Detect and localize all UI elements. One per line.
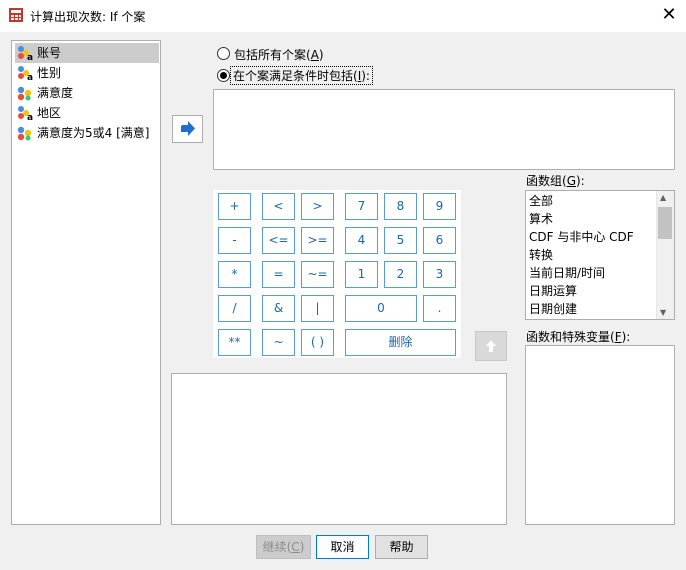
key-divide[interactable]: / bbox=[218, 295, 251, 322]
all-cases-label[interactable]: 包括所有个案(A) bbox=[234, 46, 324, 63]
key-2[interactable]: 2 bbox=[384, 261, 417, 288]
variable-label: 性别 bbox=[37, 66, 62, 80]
move-function-up-button[interactable] bbox=[475, 331, 507, 361]
if-condition-radio[interactable] bbox=[217, 69, 230, 82]
close-icon[interactable]: ✕ bbox=[658, 4, 680, 26]
key-or[interactable]: | bbox=[301, 295, 334, 322]
key-not-equal[interactable]: ~= bbox=[301, 261, 334, 288]
calculator-keypad: + < > 7 8 9 - <= >= 4 5 6 * = ~= 1 2 3 /… bbox=[213, 190, 461, 358]
key-delete[interactable]: 删除 bbox=[345, 329, 456, 356]
right-arrow-icon bbox=[181, 121, 195, 136]
key-3[interactable]: 3 bbox=[423, 261, 456, 288]
function-group-item[interactable]: 算术 bbox=[529, 210, 553, 228]
key-decimal[interactable]: . bbox=[423, 295, 456, 322]
nominal-string-variable-icon: a bbox=[18, 106, 33, 121]
nominal-string-variable-icon: a bbox=[18, 46, 33, 61]
variable-item-region[interactable]: a 地区 bbox=[15, 103, 159, 123]
key-5[interactable]: 5 bbox=[384, 227, 417, 254]
transfer-variable-button[interactable] bbox=[172, 115, 203, 143]
function-group-item[interactable]: 日期创建 bbox=[529, 300, 577, 318]
function-group-item[interactable]: 转换 bbox=[529, 246, 553, 264]
all-cases-radio[interactable] bbox=[217, 47, 230, 60]
if-condition-label[interactable]: 在个案满足条件时包括(I): bbox=[230, 66, 373, 85]
key-1[interactable]: 1 bbox=[345, 261, 378, 288]
function-description-box bbox=[171, 373, 507, 525]
variable-item-satisfaction[interactable]: 满意度 bbox=[15, 83, 159, 103]
key-0[interactable]: 0 bbox=[345, 295, 417, 322]
key-7[interactable]: 7 bbox=[345, 193, 378, 220]
up-arrow-icon bbox=[486, 340, 496, 352]
window-title: 计算出现次数: If 个案 bbox=[30, 10, 146, 24]
continue-button[interactable]: 继续(C) bbox=[256, 535, 311, 559]
condition-textbox[interactable] bbox=[213, 89, 675, 170]
key-less-equal[interactable]: <= bbox=[262, 227, 295, 254]
variable-label: 地区 bbox=[37, 106, 62, 120]
key-6[interactable]: 6 bbox=[423, 227, 456, 254]
key-power[interactable]: ** bbox=[218, 329, 251, 356]
key-8[interactable]: 8 bbox=[384, 193, 417, 220]
key-equal[interactable]: = bbox=[262, 261, 295, 288]
variable-list[interactable]: a 账号 a 性别 满意度 a 地区 满意度为5或4 [满意] bbox=[11, 40, 161, 525]
key-plus[interactable]: + bbox=[218, 193, 251, 220]
variable-item-account[interactable]: a 账号 bbox=[15, 43, 159, 63]
scroll-down-icon[interactable]: ▼ bbox=[660, 308, 666, 317]
function-group-item[interactable]: 当前日期/时间 bbox=[529, 264, 605, 282]
nominal-string-variable-icon: a bbox=[18, 66, 33, 81]
variable-label: 满意度 bbox=[37, 86, 74, 100]
functions-variables-label: 函数和特殊变量(F): bbox=[526, 330, 631, 344]
key-4[interactable]: 4 bbox=[345, 227, 378, 254]
function-group-list[interactable]: 全部 算术 CDF 与非中心 CDF 转换 当前日期/时间 日期运算 日期创建 … bbox=[525, 190, 675, 320]
vertical-scrollbar[interactable]: ▲ ▼ bbox=[656, 191, 674, 319]
key-9[interactable]: 9 bbox=[423, 193, 456, 220]
variable-label: 账号 bbox=[37, 46, 62, 60]
svg-text:a: a bbox=[27, 113, 33, 121]
cancel-button[interactable]: 取消 bbox=[316, 535, 369, 559]
key-parentheses[interactable]: ( ) bbox=[301, 329, 334, 356]
function-group-item[interactable]: 日期运算 bbox=[529, 282, 577, 300]
key-less-than[interactable]: < bbox=[262, 193, 295, 220]
calculator-app-icon bbox=[8, 7, 24, 23]
key-and[interactable]: & bbox=[262, 295, 295, 322]
function-group-label: 函数组(G): bbox=[526, 174, 585, 188]
variable-label: 满意度为5或4 [满意] bbox=[37, 126, 150, 140]
key-minus[interactable]: - bbox=[218, 227, 251, 254]
svg-text:a: a bbox=[27, 53, 33, 61]
key-greater-equal[interactable]: >= bbox=[301, 227, 334, 254]
key-not[interactable]: ~ bbox=[262, 329, 295, 356]
nominal-numeric-variable-icon bbox=[17, 86, 32, 101]
function-group-item[interactable]: 全部 bbox=[529, 192, 553, 210]
key-multiply[interactable]: * bbox=[218, 261, 251, 288]
variable-item-gender[interactable]: a 性别 bbox=[15, 63, 159, 83]
functions-variables-list[interactable] bbox=[525, 345, 675, 525]
help-button[interactable]: 帮助 bbox=[375, 535, 428, 559]
scroll-up-icon[interactable]: ▲ bbox=[660, 193, 666, 202]
key-greater-than[interactable]: > bbox=[301, 193, 334, 220]
svg-text:a: a bbox=[27, 73, 33, 81]
nominal-numeric-variable-icon bbox=[17, 126, 32, 141]
scroll-thumb[interactable] bbox=[658, 207, 672, 239]
function-group-item[interactable]: CDF 与非中心 CDF bbox=[529, 228, 634, 246]
variable-item-satisfied[interactable]: 满意度为5或4 [满意] bbox=[15, 123, 159, 143]
